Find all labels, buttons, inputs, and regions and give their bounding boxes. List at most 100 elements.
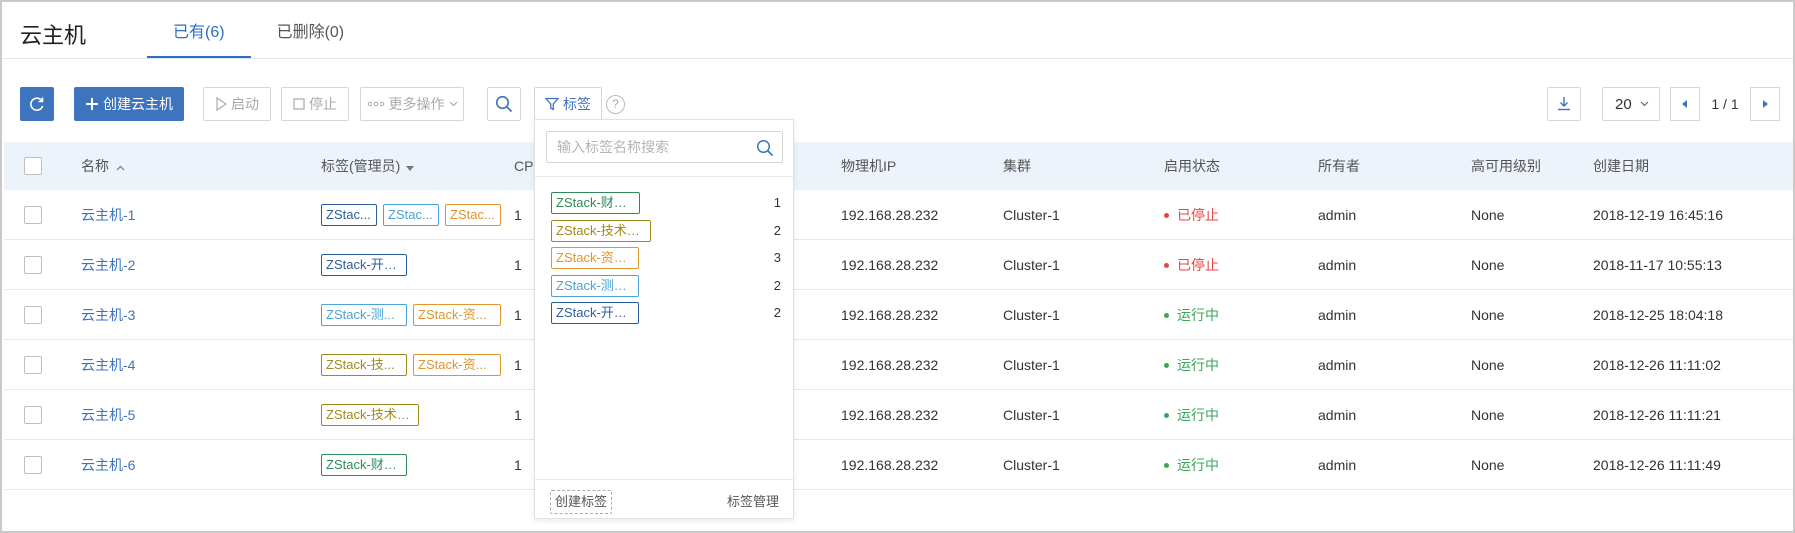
tag-filter-button[interactable]: 标签 (534, 87, 602, 121)
more-actions-button[interactable]: 更多操作 (360, 87, 464, 121)
ha-cell: None (1471, 257, 1505, 273)
row-checkbox[interactable] (24, 306, 42, 324)
vm-name-link[interactable]: 云主机-4 (81, 340, 135, 390)
download-button[interactable] (1547, 87, 1581, 121)
tag-filter-label: ZStack-财务组 (551, 192, 640, 214)
tag-badge[interactable]: ZStac... (383, 204, 439, 226)
cpu-cell: 1 (514, 357, 522, 373)
table-row[interactable]: 云主机-6 ZStack-财务组 1 192.168.28.232 Cluster-1 运… (4, 440, 1793, 490)
state-cell: 运行中 (1164, 340, 1219, 390)
row-tags: ZStac... ZStac... ZStac... (321, 204, 501, 226)
cpu-cell: 1 (514, 457, 522, 473)
owner-cell: admin (1318, 207, 1357, 223)
vm-name-link[interactable]: 云主机-6 (81, 440, 135, 490)
tag-filter-item[interactable]: ZStack-资料组 3 (551, 247, 781, 269)
state-text: 已停止 (1177, 257, 1219, 273)
tag-badge[interactable]: ZStack-开发组 (321, 254, 407, 276)
create-tag-button[interactable]: 创建标签 (550, 490, 613, 514)
dropdown-divider (535, 176, 793, 177)
status-dot-icon (1164, 412, 1169, 418)
header-tags[interactable]: 标签(管理员) (321, 142, 415, 190)
row-tags: ZStack-技术支持 (321, 404, 419, 426)
header-name[interactable]: 名称 (81, 142, 125, 190)
header-state: 启用状态 (1164, 158, 1220, 174)
refresh-button[interactable] (20, 87, 54, 121)
manage-tags-link[interactable]: 标签管理 (727, 490, 779, 514)
tag-badge[interactable]: ZStack-资... (413, 304, 501, 326)
row-tags: ZStack-技... ZStack-资... (321, 354, 501, 376)
vm-name-link[interactable]: 云主机-3 (81, 290, 135, 340)
help-icon[interactable]: ? (606, 95, 625, 114)
sort-asc-icon (116, 165, 125, 171)
tag-badge[interactable]: ZStac... (321, 204, 377, 226)
start-button[interactable]: 启动 (203, 87, 271, 121)
create-vm-button[interactable]: 创建云主机 (74, 87, 184, 121)
row-tags: ZStack-测... ZStack-资... (321, 304, 501, 326)
stop-icon (293, 98, 305, 110)
table-header: 名称 标签(管理员) CP 物理机IP 集群 启用状态 所有者 高可用级别 创建… (4, 142, 1793, 190)
tag-badge[interactable]: ZStack-资... (413, 354, 501, 376)
stop-button[interactable]: 停止 (281, 87, 349, 121)
state-cell: 运行中 (1164, 390, 1219, 440)
created-cell: 2018-12-26 11:11:02 (1593, 357, 1721, 373)
tag-badge[interactable]: ZStack-财务组 (321, 454, 407, 476)
status-dot-icon (1164, 312, 1169, 318)
table-row[interactable]: 云主机-2 ZStack-开发组 1 192.168.28.232 Cluster-1 已… (4, 240, 1793, 290)
caret-right-icon (1763, 100, 1768, 108)
table-row[interactable]: 云主机-5 ZStack-技术支持 1 192.168.28.232 Cluster-1… (4, 390, 1793, 440)
vm-name-link[interactable]: 云主机-1 (81, 190, 135, 240)
start-label: 启动 (231, 96, 259, 112)
next-page-button[interactable] (1750, 87, 1780, 121)
state-text: 已停止 (1177, 207, 1219, 223)
row-checkbox[interactable] (24, 256, 42, 274)
row-checkbox[interactable] (24, 406, 42, 424)
tag-count: 3 (773, 250, 781, 265)
chevron-down-icon (1640, 101, 1649, 107)
tag-filter-item[interactable]: ZStack-财务组 1 (551, 192, 781, 214)
page-size-value: 20 (1615, 95, 1632, 113)
search-icon[interactable] (756, 139, 774, 157)
cluster-cell: Cluster-1 (1003, 207, 1060, 223)
chevron-down-icon (449, 101, 457, 107)
row-checkbox[interactable] (24, 206, 42, 224)
row-checkbox[interactable] (24, 356, 42, 374)
cpu-cell: 1 (514, 407, 522, 423)
search-button[interactable] (487, 87, 521, 121)
header-cpu: CP (514, 158, 534, 174)
tab-bar: 已有(6) 已删除(0) (147, 2, 370, 58)
tag-filter-label: ZStack-资料组 (551, 247, 639, 269)
tab-existing[interactable]: 已有(6) (147, 2, 251, 58)
created-cell: 2018-12-26 11:11:21 (1593, 407, 1721, 423)
header-owner: 所有者 (1318, 158, 1360, 174)
vm-name-link[interactable]: 云主机-5 (81, 390, 135, 440)
tag-badge[interactable]: ZStack-测... (321, 304, 407, 326)
table-row[interactable]: 云主机-4 ZStack-技... ZStack-资... 1 192.168.28.2… (4, 340, 1793, 390)
more-actions-label: 更多操作 (388, 96, 445, 112)
tag-badge[interactable]: ZStack-技术支持 (321, 404, 419, 426)
created-cell: 2018-11-17 10:55:13 (1593, 257, 1722, 273)
tag-filter-label: ZStack-技术支持 (551, 219, 651, 242)
owner-cell: admin (1318, 307, 1357, 323)
page-size-select[interactable]: 20 (1602, 87, 1660, 121)
tag-count: 2 (773, 277, 781, 293)
prev-page-button[interactable] (1670, 87, 1700, 121)
row-checkbox[interactable] (24, 456, 42, 474)
select-all-checkbox[interactable] (24, 157, 42, 175)
table-row[interactable]: 云主机-3 ZStack-测... ZStack-资... 1 192.168.28.2… (4, 290, 1793, 340)
ha-cell: None (1471, 407, 1505, 423)
tag-filter-item[interactable]: ZStack-开发组 2 (551, 302, 781, 324)
tag-search-input[interactable] (547, 132, 747, 162)
cpu-cell: 1 (514, 257, 522, 273)
created-cell: 2018-12-26 11:11:49 (1593, 457, 1721, 473)
vm-name-link[interactable]: 云主机-2 (81, 240, 135, 290)
header-created: 创建日期 (1593, 158, 1649, 174)
header-name-label: 名称 (81, 158, 109, 174)
tag-badge[interactable]: ZStack-技... (321, 354, 407, 376)
tag-filter-label: ZStack-测试组 (551, 274, 639, 297)
tag-filter-item[interactable]: ZStack-技术支持 2 (551, 219, 781, 242)
table-row[interactable]: 云主机-1 ZStac... ZStac... ZStac... 1 192.168.28… (4, 190, 1793, 240)
tag-badge[interactable]: ZStac... (445, 204, 501, 226)
tag-filter-item[interactable]: ZStack-测试组 2 (551, 274, 781, 297)
state-cell: 运行中 (1164, 290, 1219, 340)
tab-deleted[interactable]: 已删除(0) (251, 2, 371, 58)
